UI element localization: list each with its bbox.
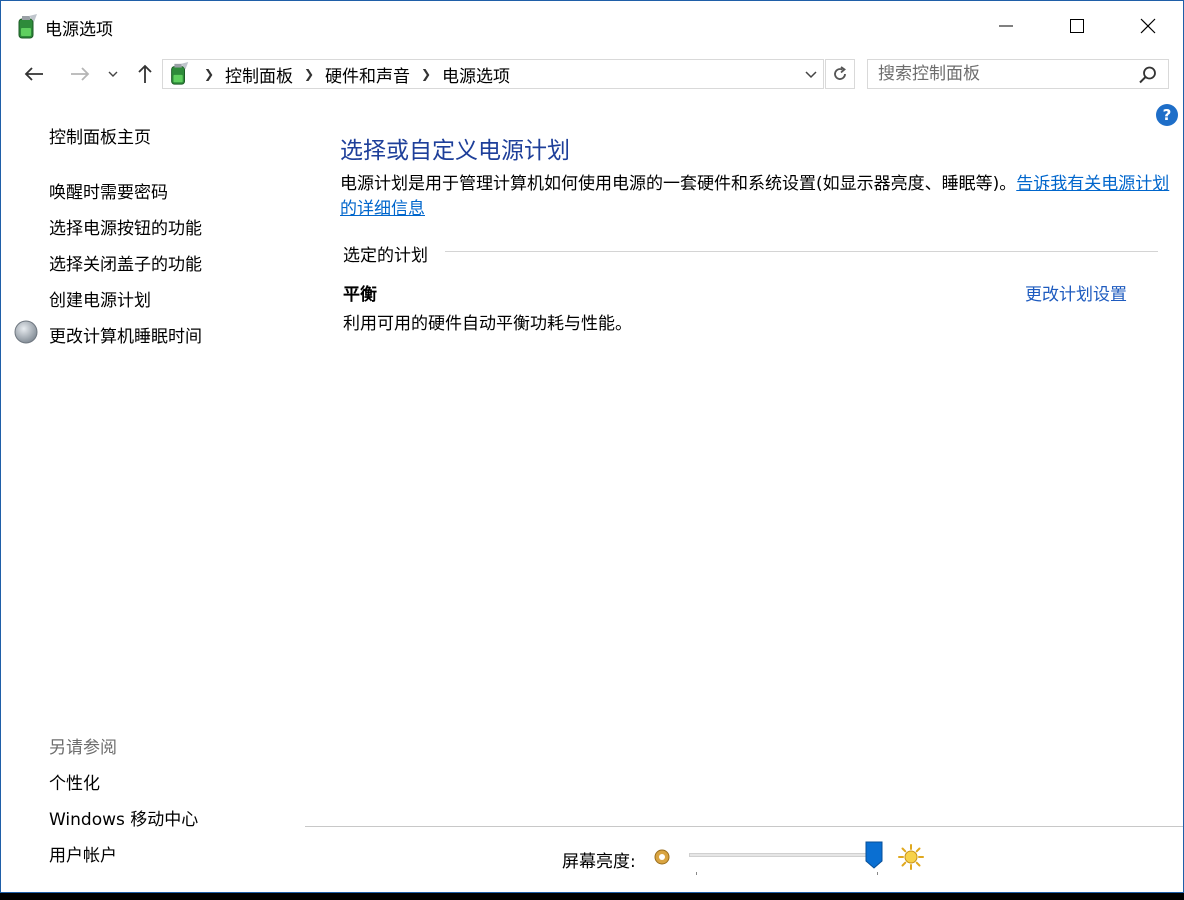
moon-icon: [14, 320, 38, 344]
bottom-divider: [305, 826, 1183, 827]
close-lid-function-link[interactable]: 选择关闭盖子的功能: [49, 250, 202, 275]
breadcrumb-control-panel[interactable]: 控制面板: [221, 62, 297, 87]
arrow-right-icon: [71, 67, 90, 81]
close-icon: [1140, 18, 1156, 34]
power-button-function-link[interactable]: 选择电源按钮的功能: [49, 214, 202, 239]
page-description: 电源计划是用于管理计算机如何使用电源的一套硬件和系统设置(如显示器亮度、睡眠等)…: [340, 172, 1170, 222]
personalization-link[interactable]: 个性化: [49, 769, 100, 794]
description-text: 电源计划是用于管理计算机如何使用电源的一套硬件和系统设置(如显示器亮度、睡眠等)…: [340, 174, 1017, 194]
chevron-right-icon[interactable]: ❯: [297, 67, 321, 81]
arrow-up-icon: [138, 64, 152, 83]
refresh-icon: [834, 66, 846, 80]
section-divider: [445, 251, 1158, 252]
title-bar: 电源选项: [1, 1, 1183, 51]
brightness-high-icon: [898, 844, 924, 870]
breadcrumb-power-options[interactable]: 电源选项: [438, 62, 514, 87]
slider-tick-min: [696, 872, 697, 875]
navigation-bar: ❯ 控制面板 ❯ 硬件和声音 ❯ 电源选项: [1, 55, 1183, 93]
arrow-left-icon: [24, 67, 43, 81]
back-button[interactable]: [19, 59, 49, 89]
maximize-icon: [1070, 19, 1084, 33]
minimize-icon: [999, 25, 1013, 27]
power-options-window: 电源选项 ❯ 控制面板 ❯ 硬件和声音 ❯ 电源选项 搜索控制面板 ? 控制面板…: [0, 0, 1184, 893]
battery-location-icon: [171, 62, 189, 85]
create-power-plan-link[interactable]: 创建电源计划: [49, 286, 151, 311]
forward-button[interactable]: [65, 59, 95, 89]
maximize-button[interactable]: [1042, 1, 1112, 51]
search-box: [867, 59, 1169, 89]
breadcrumb: ❯ 控制面板 ❯ 硬件和声音 ❯ 电源选项: [197, 60, 514, 88]
brightness-slider-thumb[interactable]: [865, 841, 883, 869]
change-plan-settings-link[interactable]: 更改计划设置: [1025, 280, 1127, 305]
control-panel-home-link[interactable]: 控制面板主页: [49, 123, 151, 148]
breadcrumb-hardware-sound[interactable]: 硬件和声音: [321, 62, 414, 87]
brightness-label: 屏幕亮度:: [562, 852, 636, 872]
plan-name: 平衡: [343, 285, 377, 305]
address-bar[interactable]: ❯ 控制面板 ❯ 硬件和声音 ❯ 电源选项: [162, 59, 824, 89]
chevron-down-icon: [108, 71, 118, 77]
main-content: 选择或自定义电源计划 电源计划是用于管理计算机如何使用电源的一套硬件和系统设置(…: [305, 93, 1183, 825]
chevron-right-icon[interactable]: ❯: [414, 67, 438, 81]
mobility-center-link[interactable]: Windows 移动中心: [49, 805, 198, 830]
page-title: 选择或自定义电源计划: [340, 138, 570, 164]
up-button[interactable]: [131, 59, 159, 89]
selected-plan-heading: 选定的计划: [343, 246, 428, 266]
plan-description: 利用可用的硬件自动平衡功耗与性能。: [343, 314, 632, 334]
chevron-right-icon[interactable]: ❯: [197, 67, 221, 81]
search-icon[interactable]: [1138, 65, 1158, 85]
slider-tick-max: [877, 872, 878, 875]
left-navigation-pane: 控制面板主页 唤醒时需要密码 选择电源按钮的功能 选择关闭盖子的功能 创建电源计…: [1, 93, 305, 892]
brightness-low-icon: [654, 849, 670, 865]
close-button[interactable]: [1113, 1, 1183, 51]
wake-password-link[interactable]: 唤醒时需要密码: [49, 178, 168, 203]
change-sleep-time-link[interactable]: 更改计算机睡眠时间: [49, 322, 202, 347]
window-title: 电源选项: [45, 20, 113, 40]
brightness-slider-track[interactable]: [689, 853, 879, 857]
user-accounts-link[interactable]: 用户帐户: [49, 841, 117, 866]
battery-app-icon: [18, 14, 37, 39]
search-input[interactable]: [868, 60, 1128, 88]
minimize-button[interactable]: [971, 1, 1041, 51]
address-dropdown-icon[interactable]: [803, 66, 819, 82]
see-also-heading: 另请参阅: [49, 738, 117, 758]
recent-locations-button[interactable]: [103, 59, 123, 89]
refresh-button[interactable]: [825, 59, 855, 89]
